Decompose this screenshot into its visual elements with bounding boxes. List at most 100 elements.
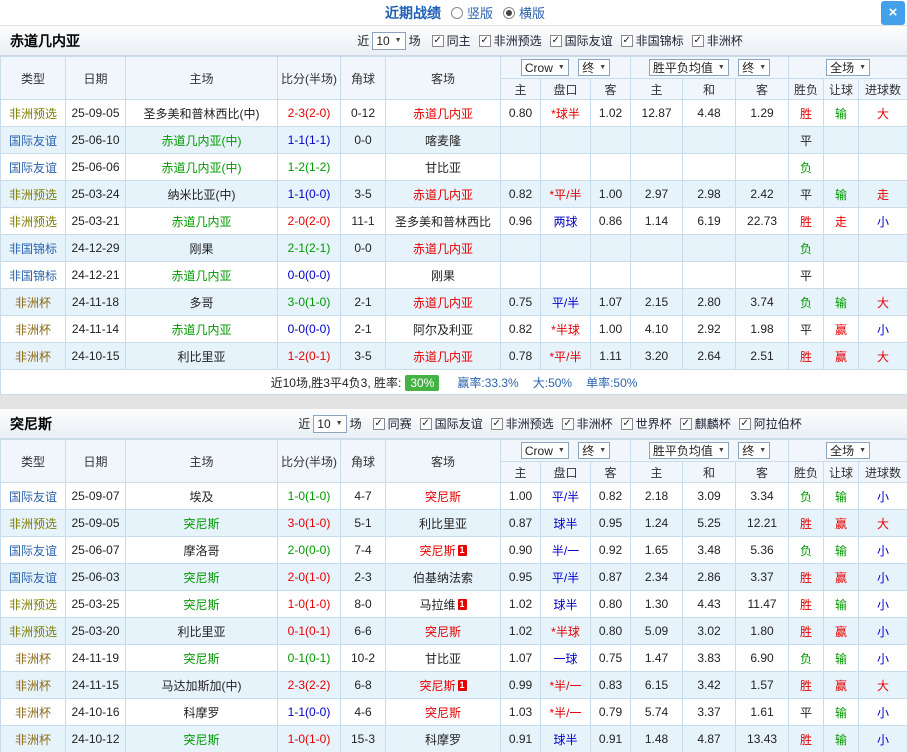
away-team[interactable]: 刚果	[385, 261, 501, 289]
league-filter-item[interactable]: 非洲杯	[691, 32, 743, 49]
home-team[interactable]: 摩洛哥	[125, 536, 278, 564]
avg-final-dropdown[interactable]: 终 ▼	[738, 59, 771, 76]
away-team[interactable]: 突尼斯	[385, 617, 501, 645]
checkbox-icon[interactable]	[620, 417, 633, 430]
match-score[interactable]: 1-0(1-0)	[277, 590, 341, 618]
away-team[interactable]: 赤道几内亚	[385, 234, 501, 262]
home-team[interactable]: 科摩罗	[125, 698, 278, 726]
match-count-select[interactable]: 10 ▼	[313, 414, 347, 433]
avg-odds-dropdown[interactable]: 胜平负均值 ▼	[648, 59, 729, 76]
scope-dropdown[interactable]: 全场 ▼	[826, 59, 871, 76]
league-filter-item[interactable]: 同赛	[372, 415, 412, 432]
away-team[interactable]: 赤道几内亚	[385, 180, 501, 208]
home-team[interactable]: 突尼斯	[125, 509, 278, 537]
checkbox-icon[interactable]	[679, 417, 692, 430]
odds-final-dropdown[interactable]: 终 ▼	[578, 58, 611, 76]
match-score[interactable]: 2-1(2-1)	[277, 234, 341, 262]
league-filter-item[interactable]: 世界杯	[620, 415, 672, 432]
match-score[interactable]: 1-1(0-0)	[277, 180, 341, 208]
close-button[interactable]: ×	[881, 1, 905, 25]
league-filter-item[interactable]: 麒麟杯	[679, 415, 731, 432]
away-team[interactable]: 喀麦隆	[385, 126, 501, 154]
home-team[interactable]: 利比里亚	[125, 617, 278, 645]
away-team[interactable]: 赤道几内亚	[385, 99, 501, 127]
away-team[interactable]: 阿尔及利亚	[385, 315, 501, 343]
match-score[interactable]: 1-1(0-0)	[277, 698, 341, 726]
league-filter-item[interactable]: 非洲杯	[561, 415, 613, 432]
checkbox-icon[interactable]	[419, 417, 432, 430]
league-filter-item[interactable]: 国际友谊	[549, 32, 613, 49]
away-team[interactable]: 科摩罗	[385, 725, 501, 752]
match-score[interactable]: 0-0(0-0)	[277, 261, 341, 289]
match-score[interactable]: 3-0(1-0)	[277, 509, 341, 537]
avg-final-dropdown[interactable]: 终 ▼	[738, 442, 771, 459]
home-team[interactable]: 圣多美和普林西比(中)	[125, 99, 278, 127]
home-team[interactable]: 赤道几内亚(中)	[125, 153, 278, 181]
checkbox-icon[interactable]	[691, 34, 704, 47]
match-score[interactable]: 1-1(1-1)	[277, 126, 341, 154]
league-filter-item[interactable]: 非国锦标	[620, 32, 684, 49]
home-team[interactable]: 赤道几内亚	[125, 207, 278, 235]
checkbox-icon[interactable]	[561, 417, 574, 430]
odds-company-dropdown[interactable]: Crow ▼	[520, 442, 569, 460]
match-score[interactable]: 3-0(1-0)	[277, 288, 341, 316]
match-score[interactable]: 0-1(0-1)	[277, 617, 341, 645]
layout-option-vertical[interactable]: 竖版	[451, 3, 493, 22]
match-score[interactable]: 1-2(1-2)	[277, 153, 341, 181]
home-team[interactable]: 赤道几内亚(中)	[125, 126, 278, 154]
home-team[interactable]: 利比里亚	[125, 342, 278, 370]
home-team[interactable]: 突尼斯	[125, 563, 278, 591]
radio-selected-icon[interactable]	[503, 6, 516, 19]
home-team[interactable]: 刚果	[125, 234, 278, 262]
home-team[interactable]: 埃及	[125, 482, 278, 510]
odds-company-dropdown[interactable]: Crow ▼	[520, 59, 569, 77]
odds-final-dropdown[interactable]: 终 ▼	[578, 441, 611, 459]
league-filter-item[interactable]: 非洲预选	[478, 32, 542, 49]
home-team[interactable]: 马达加斯加(中)	[125, 671, 278, 699]
away-team[interactable]: 突尼斯 1	[385, 536, 501, 564]
away-team[interactable]: 甘比亚	[385, 644, 501, 672]
away-team[interactable]: 圣多美和普林西比	[385, 207, 501, 235]
avg-odds-dropdown[interactable]: 胜平负均值 ▼	[648, 442, 729, 459]
away-team[interactable]: 赤道几内亚	[385, 342, 501, 370]
league-filter-item[interactable]: 国际友谊	[419, 415, 483, 432]
checkbox-icon[interactable]	[620, 34, 633, 47]
home-team[interactable]: 突尼斯	[125, 644, 278, 672]
home-team[interactable]: 多哥	[125, 288, 278, 316]
away-team[interactable]: 利比里亚	[385, 509, 501, 537]
away-team[interactable]: 甘比亚	[385, 153, 501, 181]
match-score[interactable]: 1-0(1-0)	[277, 482, 341, 510]
away-team[interactable]: 马拉维 1	[385, 590, 501, 618]
home-team[interactable]: 突尼斯	[125, 725, 278, 752]
away-team[interactable]: 突尼斯	[385, 698, 501, 726]
league-filter-item[interactable]: 阿拉伯杯	[738, 415, 802, 432]
match-score[interactable]: 0-1(0-1)	[277, 644, 341, 672]
match-score[interactable]: 2-0(1-0)	[277, 563, 341, 591]
checkbox-icon[interactable]	[478, 34, 491, 47]
league-filter-item[interactable]: 同主	[431, 32, 471, 49]
radio-icon[interactable]	[451, 6, 463, 19]
match-score[interactable]: 2-0(0-0)	[277, 536, 341, 564]
away-team[interactable]: 突尼斯 1	[385, 671, 501, 699]
match-count-select[interactable]: 10 ▼	[372, 31, 406, 50]
checkbox-icon[interactable]	[490, 417, 503, 430]
checkbox-icon[interactable]	[738, 417, 751, 430]
home-team[interactable]: 突尼斯	[125, 590, 278, 618]
match-score[interactable]: 2-3(2-2)	[277, 671, 341, 699]
match-score[interactable]: 2-3(2-0)	[277, 99, 341, 127]
match-score[interactable]: 1-0(1-0)	[277, 725, 341, 752]
checkbox-icon[interactable]	[549, 34, 562, 47]
league-filter-item[interactable]: 非洲预选	[490, 415, 554, 432]
away-team[interactable]: 赤道几内亚	[385, 288, 501, 316]
checkbox-icon[interactable]	[372, 417, 385, 430]
match-score[interactable]: 0-0(0-0)	[277, 315, 341, 343]
away-team[interactable]: 突尼斯	[385, 482, 501, 510]
layout-option-horizontal[interactable]: 横版	[503, 3, 545, 22]
home-team[interactable]: 赤道几内亚	[125, 261, 278, 289]
match-score[interactable]: 1-2(0-1)	[277, 342, 341, 370]
home-team[interactable]: 纳米比亚(中)	[125, 180, 278, 208]
checkbox-icon[interactable]	[431, 34, 444, 47]
match-score[interactable]: 2-0(2-0)	[277, 207, 341, 235]
scope-dropdown[interactable]: 全场 ▼	[826, 442, 871, 459]
home-team[interactable]: 赤道几内亚	[125, 315, 278, 343]
